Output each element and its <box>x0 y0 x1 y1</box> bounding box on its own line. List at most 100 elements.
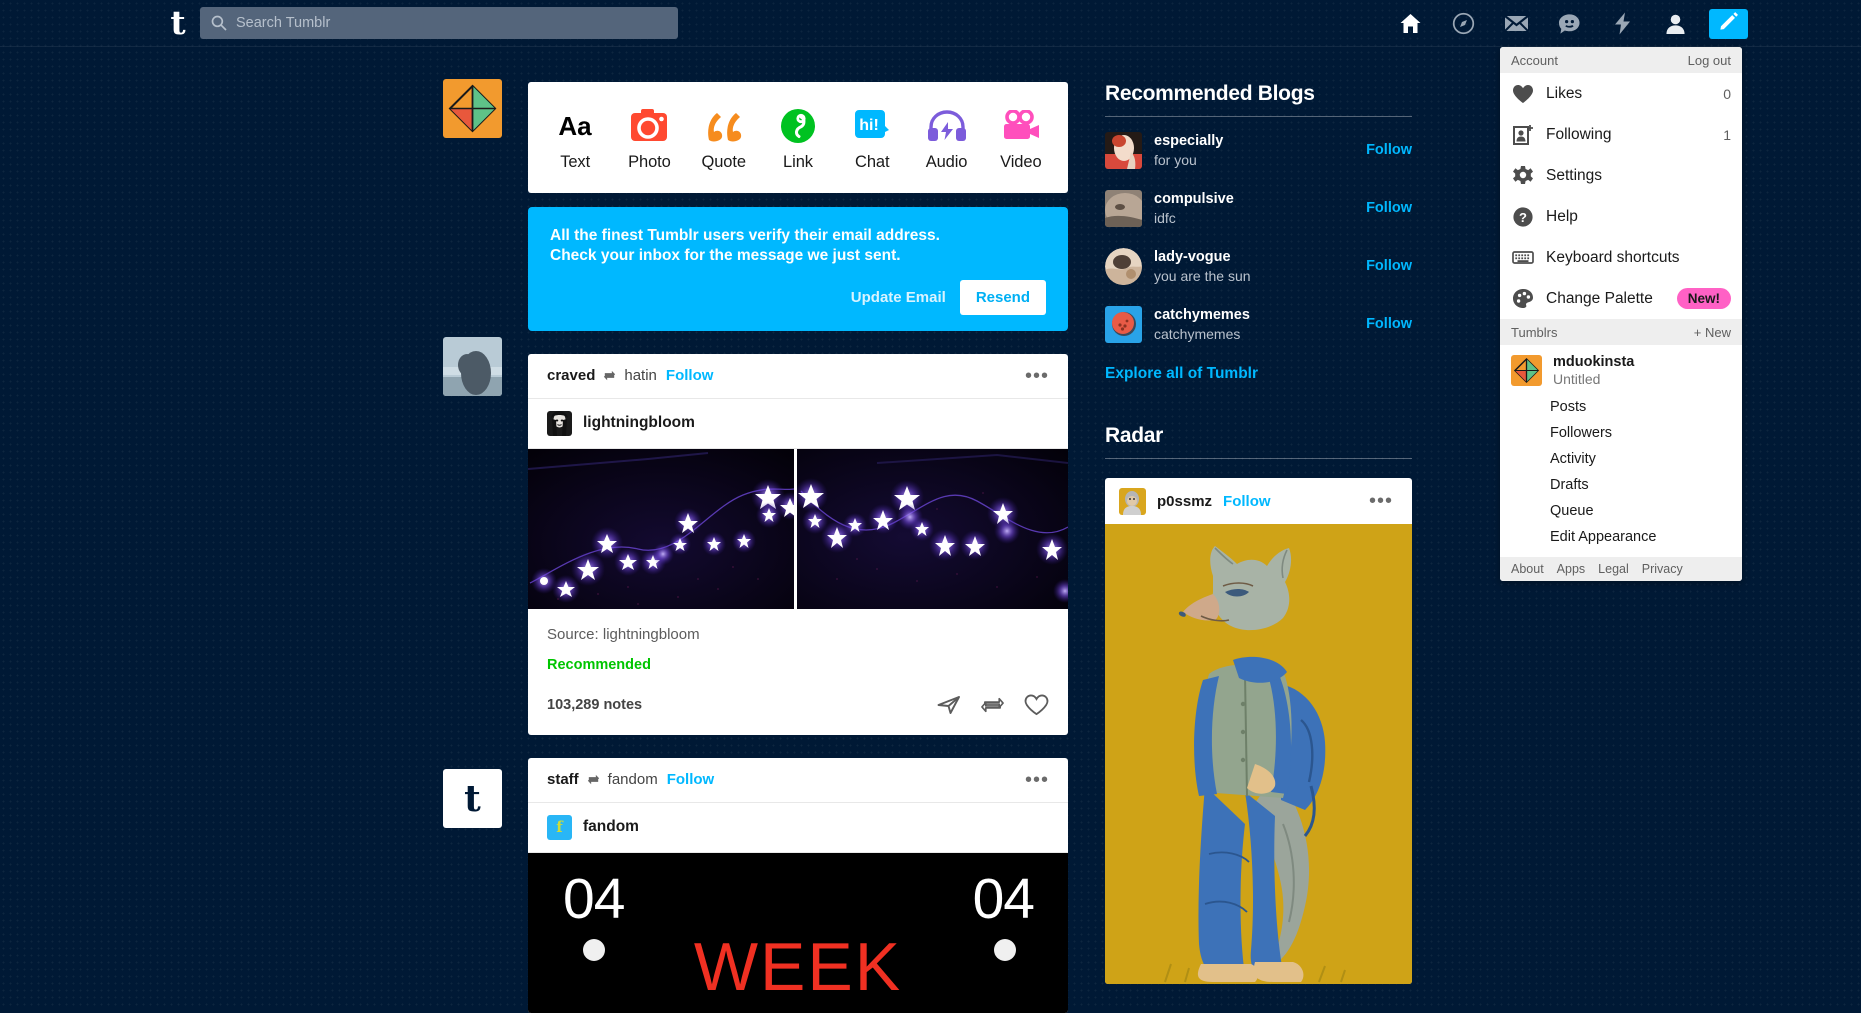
avatar-staff-blog[interactable]: t <box>443 769 502 828</box>
search-input[interactable] <box>236 7 671 39</box>
explore-all-link[interactable]: Explore all of Tumblr <box>1105 365 1412 383</box>
post-card: craved hatin Follow ••• lightningbloom S… <box>528 353 1068 735</box>
post-image-week[interactable]: 04 04 WEEK <box>528 852 1068 1013</box>
footer-link-legal[interactable]: Legal <box>1598 562 1629 576</box>
blog-info: compulsive idfc <box>1154 190 1366 226</box>
post-type-photo[interactable]: Photo <box>616 103 682 172</box>
post-options-icon[interactable]: ••• <box>1025 366 1049 386</box>
menu-item-help[interactable]: ? Help <box>1500 196 1742 237</box>
nav-inbox-button[interactable] <box>1490 0 1543 47</box>
search-field-container[interactable] <box>200 7 678 39</box>
radar-follow-button[interactable]: Follow <box>1223 493 1271 510</box>
post-reblog-source[interactable]: hatin <box>624 367 657 384</box>
blog-link-followers[interactable]: Followers <box>1500 420 1742 446</box>
footer-link-privacy[interactable]: Privacy <box>1642 562 1683 576</box>
log-out-link[interactable]: Log out <box>1688 53 1731 68</box>
post-type-video-label: Video <box>1000 153 1042 171</box>
new-blog-link[interactable]: + New <box>1694 325 1731 340</box>
post-author-avatar[interactable] <box>547 410 572 436</box>
footer-link-about[interactable]: About <box>1511 562 1544 576</box>
post-type-audio[interactable]: Audio <box>914 103 980 172</box>
week-number-left: 04 <box>563 866 625 931</box>
update-email-link[interactable]: Update Email <box>851 289 946 306</box>
blog-link-queue[interactable]: Queue <box>1500 498 1742 524</box>
avatar-own-blog[interactable] <box>443 79 502 138</box>
post-type-text-label: Text <box>560 153 591 171</box>
blog-avatar[interactable] <box>1105 131 1142 169</box>
menu-item-likes[interactable]: Likes 0 <box>1500 73 1742 114</box>
post-photo-1[interactable] <box>528 448 794 609</box>
radar-options-icon[interactable]: ••• <box>1369 491 1393 511</box>
post-photo-2[interactable] <box>797 448 1068 609</box>
like-heart-icon[interactable] <box>1024 694 1049 716</box>
blog-name[interactable]: especially <box>1154 133 1223 149</box>
compose-button[interactable] <box>1709 8 1748 39</box>
tumblr-logo[interactable]: t <box>163 6 193 40</box>
blog-link-activity[interactable]: Activity <box>1500 446 1742 472</box>
avatar-diamond-art <box>443 79 502 138</box>
blog-link-drafts[interactable]: Drafts <box>1500 472 1742 498</box>
week-number-right: 04 <box>972 866 1035 931</box>
nav-activity-button[interactable] <box>1596 0 1649 47</box>
post-type-video[interactable]: Video <box>988 103 1054 172</box>
footer-link-apps[interactable]: Apps <box>1557 562 1586 576</box>
account-blog-avatar[interactable] <box>1511 355 1542 386</box>
post-author-name[interactable]: lightningbloom <box>583 414 695 432</box>
radar-post-header: p0ssmz Follow ••• <box>1105 478 1412 524</box>
resend-button[interactable]: Resend <box>959 279 1046 315</box>
post-blog-name[interactable]: staff <box>547 771 579 788</box>
menu-item-keyboard-shortcuts[interactable]: Keyboard shortcuts <box>1500 237 1742 278</box>
post-follow-link[interactable]: Follow <box>666 367 714 384</box>
tumblrs-label: Tumblrs <box>1511 324 1558 340</box>
activity-bolt-icon <box>1614 12 1631 35</box>
share-icon[interactable] <box>937 695 961 715</box>
post-card: staff fandom Follow ••• f fandom 04 04 W… <box>528 757 1068 1013</box>
follow-button[interactable]: Follow <box>1366 200 1412 216</box>
post-type-link[interactable]: Link <box>765 103 831 172</box>
palette-icon <box>1511 287 1535 311</box>
menu-item-change-palette[interactable]: Change Palette New! <box>1500 278 1742 319</box>
nav-explore-button[interactable] <box>1437 0 1490 47</box>
post-notes-count[interactable]: 103,289 notes <box>547 697 642 713</box>
post-action-row: 103,289 notes <box>547 694 1049 735</box>
radar-blog-avatar[interactable] <box>1119 487 1146 515</box>
blog-name[interactable]: lady-vogue <box>1154 249 1231 265</box>
quote-marks-icon <box>701 103 747 149</box>
blog-avatar[interactable] <box>1105 189 1142 227</box>
follow-button[interactable]: Follow <box>1366 258 1412 274</box>
menu-label-help: Help <box>1546 207 1578 225</box>
nav-messaging-button[interactable] <box>1543 0 1596 47</box>
menu-item-settings[interactable]: Settings <box>1500 155 1742 196</box>
follow-button[interactable]: Follow <box>1366 316 1412 332</box>
blog-name[interactable]: catchymemes <box>1154 307 1250 323</box>
blog-name[interactable]: compulsive <box>1154 191 1234 207</box>
post-source-label[interactable]: Source: lightningbloom <box>547 626 1049 643</box>
menu-item-following[interactable]: Following 1 <box>1500 114 1742 155</box>
blog-link-edit-appearance[interactable]: Edit Appearance <box>1500 524 1742 550</box>
blog-link-posts[interactable]: Posts <box>1500 394 1742 420</box>
post-author-avatar[interactable]: f <box>547 814 572 840</box>
post-author-name[interactable]: fandom <box>583 818 639 836</box>
post-type-quote[interactable]: Quote <box>691 103 757 172</box>
avatar-post-author[interactable] <box>443 337 502 396</box>
post-options-icon[interactable]: ••• <box>1025 770 1049 790</box>
radar-blog-name[interactable]: p0ssmz <box>1157 493 1212 510</box>
blog-avatar[interactable] <box>1105 247 1142 285</box>
account-blog-row[interactable]: mduokinsta Untitled <box>1500 345 1742 394</box>
recommended-blog-row: lady-vogue you are the sun Follow <box>1105 241 1412 291</box>
reblog-icon[interactable] <box>981 695 1004 715</box>
blog-avatar[interactable] <box>1105 305 1142 343</box>
post-tag[interactable]: Recommended <box>547 657 1049 673</box>
post-author-row: f fandom <box>528 803 1068 853</box>
nav-account-button[interactable] <box>1649 0 1702 47</box>
radar-post-image[interactable] <box>1105 524 1412 984</box>
post-type-link-label: Link <box>783 153 813 171</box>
post-reblog-source[interactable]: fandom <box>608 771 658 788</box>
post-type-chat[interactable]: hi! Chat <box>839 103 905 172</box>
post-blog-name[interactable]: craved <box>547 367 595 384</box>
post-follow-link[interactable]: Follow <box>667 771 715 788</box>
post-type-text[interactable]: Aa Text <box>542 103 608 172</box>
follow-button[interactable]: Follow <box>1366 142 1412 158</box>
nav-home-button[interactable] <box>1384 0 1437 47</box>
blog-info: lady-vogue you are the sun <box>1154 248 1366 284</box>
